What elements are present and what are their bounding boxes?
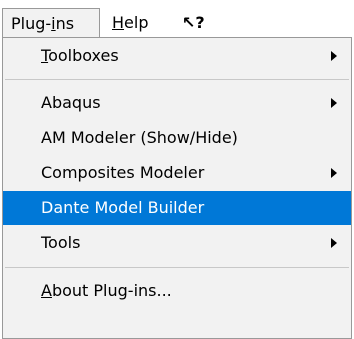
menu-help[interactable]: Help	[106, 8, 164, 37]
menu-separator	[5, 79, 349, 80]
submenu-arrow-icon	[331, 168, 337, 178]
menu-item-label: Abaqus	[41, 93, 101, 112]
menu-item-label: Dante Model Builder	[41, 198, 205, 217]
menu-item-am-modeler[interactable]: AM Modeler (Show/Hide)	[3, 121, 351, 155]
submenu-arrow-icon	[331, 98, 337, 108]
whats-this-icon[interactable]: ↖?	[176, 8, 218, 37]
menu-item-label: Composites Modeler	[41, 163, 205, 182]
menu-help-mnemonic: H	[112, 13, 125, 32]
menu-bar: Plug-ins Help ↖?	[0, 0, 354, 38]
menu-item-label: Tools	[41, 233, 81, 252]
menu-plugins-pre: Plug-	[11, 14, 52, 33]
plugins-dropdown-menu: Toolboxes Abaqus AM Modeler (Show/Hide) …	[2, 37, 352, 339]
menu-item-label: AM Modeler (Show/Hide)	[41, 128, 238, 147]
menu-item-dante-model-builder[interactable]: Dante Model Builder	[3, 191, 351, 225]
menu-plugins-post: ns	[55, 14, 75, 33]
menu-help-post: elp	[124, 13, 149, 32]
menu-item-toolboxes[interactable]: Toolboxes	[3, 39, 351, 73]
menu-item-composites-modeler[interactable]: Composites Modeler	[3, 156, 351, 190]
submenu-arrow-icon	[331, 51, 337, 61]
menu-plugins[interactable]: Plug-ins	[2, 8, 100, 37]
menu-item-mnemonic: A	[41, 281, 52, 300]
submenu-arrow-icon	[331, 238, 337, 248]
menu-item-label-post: oolboxes	[48, 46, 119, 65]
menu-item-mnemonic: T	[41, 46, 49, 65]
menu-item-abaqus[interactable]: Abaqus	[3, 86, 351, 120]
menu-item-about-plugins[interactable]: About Plug-ins...	[3, 274, 351, 308]
menu-item-tools[interactable]: Tools	[3, 226, 351, 260]
menu-item-label-post: bout Plug-ins...	[51, 281, 172, 300]
menu-separator	[5, 267, 349, 268]
